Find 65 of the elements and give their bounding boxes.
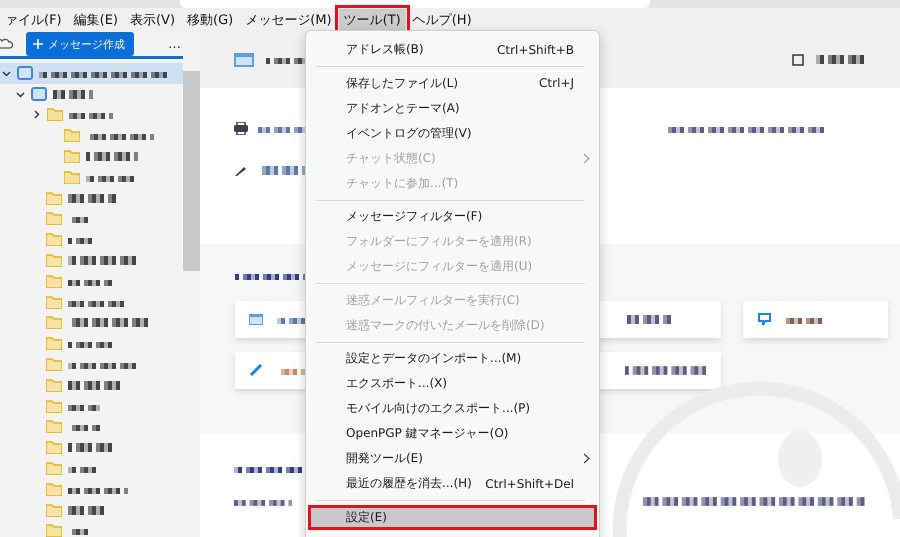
plus-icon [33, 39, 43, 49]
menu-item[interactable]: 設定とデータのインポート...(M) [308, 346, 597, 371]
folder-icon [46, 504, 62, 517]
cloud-icon[interactable] [0, 37, 14, 51]
folder-icon [46, 358, 62, 372]
folder-icon [46, 524, 62, 537]
folder-icon [64, 150, 80, 164]
compose-button[interactable]: メッセージ作成 [26, 32, 134, 56]
chat-bubble-icon [757, 312, 772, 326]
folder-icon [46, 274, 62, 288]
menu-bar-item[interactable]: ツール(T) [338, 9, 406, 31]
pixelated-text [68, 192, 118, 204]
folder-icon [64, 170, 80, 184]
folder-icon [46, 462, 62, 476]
menu-item[interactable]: イベントログの管理(V) [308, 120, 597, 146]
menu-bar-item[interactable]: メッセージ(M) [240, 9, 337, 31]
mail-icon [249, 314, 263, 325]
folder-icon [46, 420, 62, 434]
inbox-icon [31, 87, 47, 102]
folder-icon [64, 129, 80, 142]
mail-icon [234, 52, 254, 67]
folder-icon [46, 296, 62, 309]
pixelated-text [53, 88, 93, 100]
link-icon [249, 363, 263, 378]
folder-icon [47, 108, 63, 122]
chevron-icon[interactable] [16, 90, 25, 99]
menu-bar-item[interactable]: ァイル(F) [0, 9, 67, 31]
folder-icon [46, 316, 62, 330]
pencil-icon [234, 164, 248, 177]
menu-bar-item[interactable]: ヘルプ(H) [408, 9, 477, 31]
folder-icon [46, 192, 62, 205]
pixelated-text [68, 380, 123, 391]
menu-bar-item[interactable]: 表示(V) [124, 9, 180, 31]
printer-icon [234, 122, 248, 135]
menu-item[interactable]: 設定(E) [308, 504, 597, 530]
pixelated-text [86, 151, 141, 162]
menu-item[interactable]: メッセージフィルター(F) [308, 204, 597, 229]
menu-item[interactable]: OpenPGP 鍵マネージャー(O) [308, 421, 597, 446]
pixelated-text [816, 54, 866, 66]
folder-icon [46, 482, 62, 496]
pixelated-text [627, 314, 672, 325]
menu-item[interactable]: 最近の履歴を消去...(H) Ctrl+Shift+Del [308, 471, 597, 496]
folder-icon [46, 441, 62, 454]
folder-icon [46, 254, 62, 268]
pixelated-text [68, 255, 138, 266]
folder-icon [46, 212, 62, 226]
chevron-icon[interactable] [32, 110, 41, 120]
account-row[interactable] [0, 63, 183, 84]
menu-bar-item[interactable]: 移動(G) [182, 9, 238, 31]
folder-icon [46, 233, 62, 246]
scrollbar[interactable] [183, 71, 200, 271]
menu-item[interactable]: アドレス帳(B) Ctrl+Shift+B [308, 37, 597, 62]
menu-item[interactable]: 開発ツール(E) [308, 446, 597, 471]
more-button[interactable]: … [168, 36, 181, 52]
folder-icon [46, 400, 62, 413]
menu-bar-item[interactable]: 編集(E) [68, 9, 123, 31]
folder-icon [46, 337, 62, 350]
folder-icon [46, 378, 62, 392]
menu-item[interactable]: アドオンとテーマ(A) [308, 96, 597, 120]
menu-item[interactable]: 保存したファイル(L) Ctrl+J [308, 70, 597, 96]
account-icon [17, 66, 33, 80]
action-card[interactable] [743, 300, 888, 338]
chevron-icon[interactable] [2, 68, 11, 78]
menu-item[interactable]: エクスポート...(X) [308, 371, 597, 396]
menu-item[interactable]: モバイル向けのエクスポート...(P) [308, 396, 597, 421]
